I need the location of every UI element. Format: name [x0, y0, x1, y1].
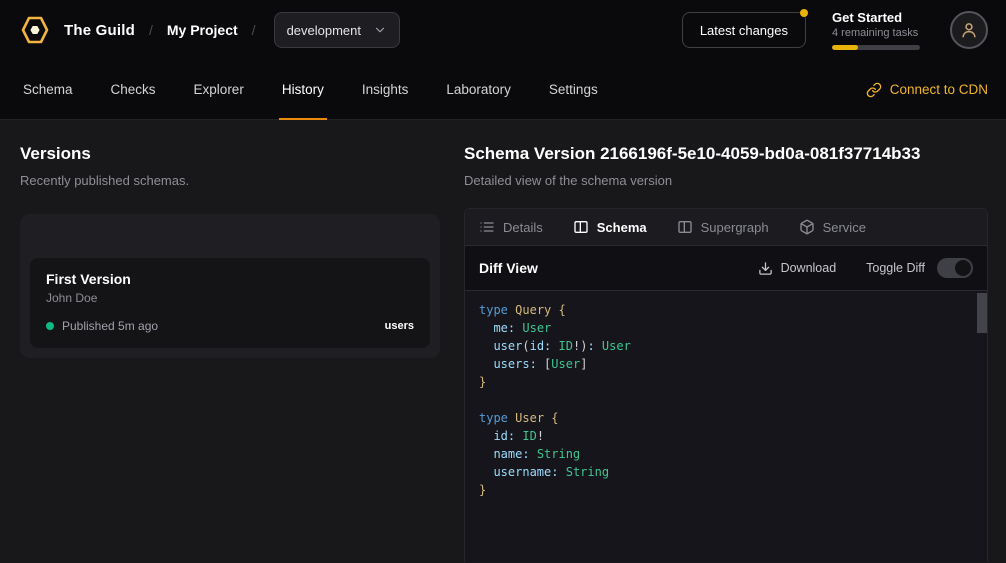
tab-insights[interactable]: Insights [359, 60, 412, 119]
top-bar: The Guild / My Project / development Lat… [0, 0, 1006, 60]
code-line: id: ID! [479, 427, 969, 445]
detail-tab-list: Details Schema Supergraph [465, 209, 987, 246]
breadcrumb-separator: / [149, 22, 153, 38]
versions-panel: Versions Recently published schemas. Fir… [20, 144, 440, 562]
detail-tab-supergraph[interactable]: Supergraph [677, 219, 769, 235]
chevron-down-icon [373, 23, 387, 37]
code-scrollbar[interactable] [977, 291, 987, 562]
main-content: Versions Recently published schemas. Fir… [0, 120, 1006, 562]
diff-header: Diff View Download Toggle Diff [465, 246, 987, 290]
breadcrumb-separator: / [252, 22, 256, 38]
code-line: users: [User] [479, 355, 969, 373]
published-status-dot [46, 322, 54, 330]
tab-settings[interactable]: Settings [546, 60, 601, 119]
schema-viewer-widget: Details Schema Supergraph [464, 208, 988, 562]
code-line: type Query { [479, 301, 969, 319]
table-columns-icon [677, 219, 693, 235]
code-lines: type Query { me: User user(id: ID!): Use… [465, 291, 987, 499]
download-icon [758, 261, 773, 276]
get-started-progress-fill [832, 45, 858, 50]
detail-tab-schema[interactable]: Schema [573, 219, 647, 235]
toggle-diff-switch[interactable] [937, 258, 973, 278]
code-line: user(id: ID!): User [479, 337, 969, 355]
detail-tab-label: Schema [597, 220, 647, 235]
version-list-item[interactable]: First Version John Doe Published 5m ago … [30, 258, 430, 348]
detail-tab-label: Supergraph [701, 220, 769, 235]
diff-view-title: Diff View [479, 260, 538, 276]
versions-card: First Version John Doe Published 5m ago … [20, 214, 440, 358]
download-label: Download [781, 261, 837, 275]
link-icon [866, 82, 882, 98]
tab-schema[interactable]: Schema [20, 60, 76, 119]
version-detail-title: Schema Version 2166196f-5e10-4059-bd0a-0… [464, 144, 988, 164]
code-line: } [479, 373, 969, 391]
service-name-badge: users [385, 320, 414, 332]
code-line: me: User [479, 319, 969, 337]
box-icon [799, 219, 815, 235]
version-name: First Version [46, 271, 414, 287]
project-name[interactable]: My Project [167, 22, 238, 38]
download-button[interactable]: Download [758, 261, 837, 276]
version-detail-panel: Schema Version 2166196f-5e10-4059-bd0a-0… [464, 144, 988, 562]
environment-select-value: development [287, 23, 361, 38]
connect-to-cdn-button[interactable]: Connect to CDN [866, 82, 988, 98]
code-line: name: String [479, 445, 969, 463]
version-status: Published 5m ago [62, 319, 158, 333]
toggle-diff-label: Toggle Diff [866, 261, 925, 275]
get-started-title: Get Started [832, 10, 924, 25]
connect-to-cdn-label: Connect to CDN [890, 82, 988, 97]
detail-tab-label: Service [823, 220, 866, 235]
tab-history[interactable]: History [279, 60, 327, 119]
person-icon [959, 20, 979, 40]
versions-title: Versions [20, 144, 440, 164]
code-line: username: String [479, 463, 969, 481]
notification-dot [800, 9, 808, 17]
hive-logo-icon[interactable] [20, 15, 50, 45]
org-name[interactable]: The Guild [64, 22, 135, 39]
toggle-knob [955, 260, 971, 276]
latest-changes-label: Latest changes [700, 23, 788, 38]
detail-tab-label: Details [503, 220, 543, 235]
avatar-button[interactable] [950, 11, 988, 49]
get-started-widget[interactable]: Get Started 4 remaining tasks [832, 10, 924, 50]
detail-tab-details[interactable]: Details [479, 219, 543, 235]
table-columns-icon [573, 219, 589, 235]
code-scrollbar-thumb[interactable] [977, 293, 987, 333]
tab-laboratory[interactable]: Laboratory [443, 60, 514, 119]
schema-code-viewer[interactable]: type Query { me: User user(id: ID!): Use… [465, 290, 987, 562]
environment-select[interactable]: development [274, 12, 400, 48]
project-nav: Schema Checks Explorer History Insights … [0, 60, 1006, 120]
nav-tab-list: Schema Checks Explorer History Insights … [20, 60, 601, 119]
version-author: John Doe [46, 291, 414, 305]
list-icon [479, 219, 495, 235]
get-started-progress-bar [832, 45, 920, 50]
code-line: type User { [479, 409, 969, 427]
latest-changes-button[interactable]: Latest changes [682, 12, 806, 48]
code-line [479, 391, 969, 409]
tab-explorer[interactable]: Explorer [191, 60, 247, 119]
versions-subtitle: Recently published schemas. [20, 173, 440, 188]
detail-tab-service[interactable]: Service [799, 219, 866, 235]
code-line: } [479, 481, 969, 499]
version-detail-subtitle: Detailed view of the schema version [464, 173, 988, 188]
tab-checks[interactable]: Checks [108, 60, 159, 119]
get-started-subtitle: 4 remaining tasks [832, 27, 924, 39]
